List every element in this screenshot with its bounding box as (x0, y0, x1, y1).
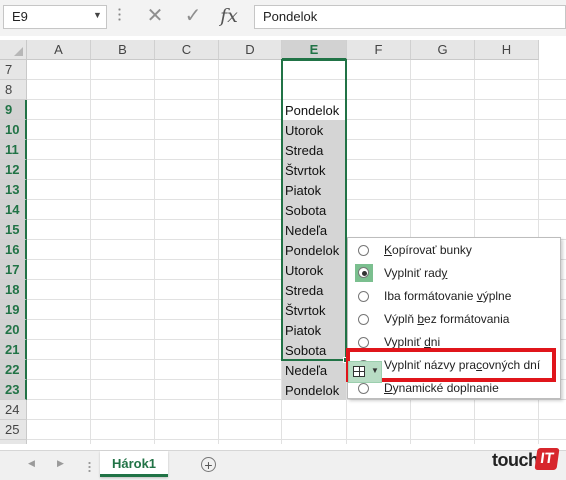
autofill-option-4[interactable]: Výplň bez formátovania (352, 309, 558, 332)
cell-e22[interactable]: Nedeľa (282, 360, 346, 380)
select-all-corner[interactable] (0, 40, 27, 60)
autofill-icon (353, 366, 365, 377)
autofill-options-button[interactable]: ▼ (348, 361, 382, 383)
autofill-option-2[interactable]: Vyplniť rady (352, 263, 558, 286)
row-header-7[interactable]: 7 (0, 60, 27, 80)
label-part: opírovať bunky (392, 243, 472, 257)
grid-vline (218, 60, 219, 444)
row-header-19[interactable]: 19 (0, 300, 27, 320)
touchit-logo: touch IT (492, 448, 562, 474)
column-header-a[interactable]: A (27, 40, 91, 60)
column-header-g[interactable]: G (411, 40, 475, 60)
sheet-tab-label: Hárok1 (111, 456, 157, 471)
column-header-e[interactable]: E (282, 40, 347, 60)
row-header-12[interactable]: 12 (0, 160, 27, 180)
label-part: D (384, 381, 393, 395)
grid-hline (27, 419, 566, 420)
column-header-f[interactable]: F (347, 40, 411, 60)
chevron-down-icon[interactable]: ▼ (93, 10, 102, 20)
logo-badge: IT (534, 448, 560, 470)
sheet-tab-bar: ◀ ▶ Hárok1 + (0, 450, 566, 480)
label-part: ni (430, 335, 441, 349)
row-header-18[interactable]: 18 (0, 280, 27, 300)
label-part: Vyplniť (384, 335, 425, 349)
formula-bar: E9 ▼ ✕ ✓ fx Pondelok (0, 0, 566, 36)
grid-vline (154, 60, 155, 444)
name-box[interactable]: E9 (3, 5, 107, 29)
label-part: d (424, 335, 431, 349)
cancel-icon[interactable]: ✕ (143, 4, 167, 28)
radio-icon[interactable] (358, 383, 369, 394)
column-header-h[interactable]: H (475, 40, 539, 60)
chevron-down-icon: ▼ (371, 366, 379, 375)
radio-checked-icon[interactable] (358, 267, 369, 278)
radio-icon[interactable] (358, 337, 369, 348)
row-header-8[interactable]: 8 (0, 80, 27, 100)
selected-radio-background (355, 264, 373, 282)
autofill-option-3[interactable]: Iba formátovanie výplne (352, 286, 558, 309)
sheet-tab-harok1[interactable]: Hárok1 (100, 451, 168, 477)
label-part: ýplne (482, 289, 512, 303)
autofill-option-label: Kopírovať bunky (384, 243, 472, 257)
autofill-option-label: Dynamické doplnanie (384, 381, 499, 395)
label-part: y (441, 266, 448, 280)
label-part: ez formátovania (424, 312, 510, 326)
row-header-24[interactable]: 24 (0, 400, 27, 420)
label-part: ynamické doplnanie (392, 381, 499, 395)
next-sheet-icon[interactable]: ▶ (57, 458, 64, 469)
formula-bar-grip-icon (118, 7, 121, 23)
row-header-11[interactable]: 11 (0, 140, 27, 160)
formula-content: Pondelok (263, 9, 318, 24)
column-header-b[interactable]: B (91, 40, 155, 60)
row-header-16[interactable]: 16 (0, 240, 27, 260)
prev-sheet-icon[interactable]: ◀ (28, 458, 35, 469)
logo-text: touch (492, 450, 539, 470)
enter-icon[interactable]: ✓ (181, 4, 205, 28)
label-part: Iba formátovanie (384, 289, 477, 303)
autofill-option-label: Výplň bez formátovania (384, 312, 509, 326)
tab-grip-icon (88, 461, 91, 473)
autofill-option-label: Vyplniť rady (384, 266, 447, 280)
grid-vline (90, 60, 91, 444)
autofill-option-1[interactable]: Kopírovať bunky (352, 240, 558, 263)
autofill-option-label: Vyplniť dni (384, 335, 440, 349)
name-box-value: E9 (12, 9, 28, 24)
radio-dot-icon (362, 271, 367, 276)
autofill-option-label: Iba formátovanie výplne (384, 289, 511, 303)
row-header-21[interactable]: 21 (0, 340, 27, 360)
row-header-23[interactable]: 23 (0, 380, 27, 400)
radio-icon[interactable] (358, 291, 369, 302)
label-part: Vyplniť rad (384, 266, 442, 280)
row-header-14[interactable]: 14 (0, 200, 27, 220)
row-header-13[interactable]: 13 (0, 180, 27, 200)
column-header-d[interactable]: D (219, 40, 282, 60)
row-header-10[interactable]: 10 (0, 120, 27, 140)
cell-e23[interactable]: Pondelok (282, 380, 346, 400)
radio-icon[interactable] (358, 314, 369, 325)
row-header-25[interactable]: 25 (0, 420, 27, 440)
row-header-15[interactable]: 15 (0, 220, 27, 240)
insert-function-icon[interactable]: fx (217, 4, 241, 28)
column-header-c[interactable]: C (155, 40, 219, 60)
selection-range (281, 59, 347, 361)
row-header-17[interactable]: 17 (0, 260, 27, 280)
row-header-20[interactable]: 20 (0, 320, 27, 340)
formula-input[interactable]: Pondelok (254, 5, 566, 29)
row-header-26[interactable]: 26 (0, 440, 27, 444)
grid-hline (27, 439, 566, 440)
radio-icon[interactable] (358, 245, 369, 256)
label-part: K (384, 243, 393, 257)
row-header-22[interactable]: 22 (0, 360, 27, 380)
add-sheet-icon[interactable]: + (201, 457, 216, 472)
label-part: Výplň (384, 312, 418, 326)
row-header-9[interactable]: 9 (0, 100, 27, 120)
